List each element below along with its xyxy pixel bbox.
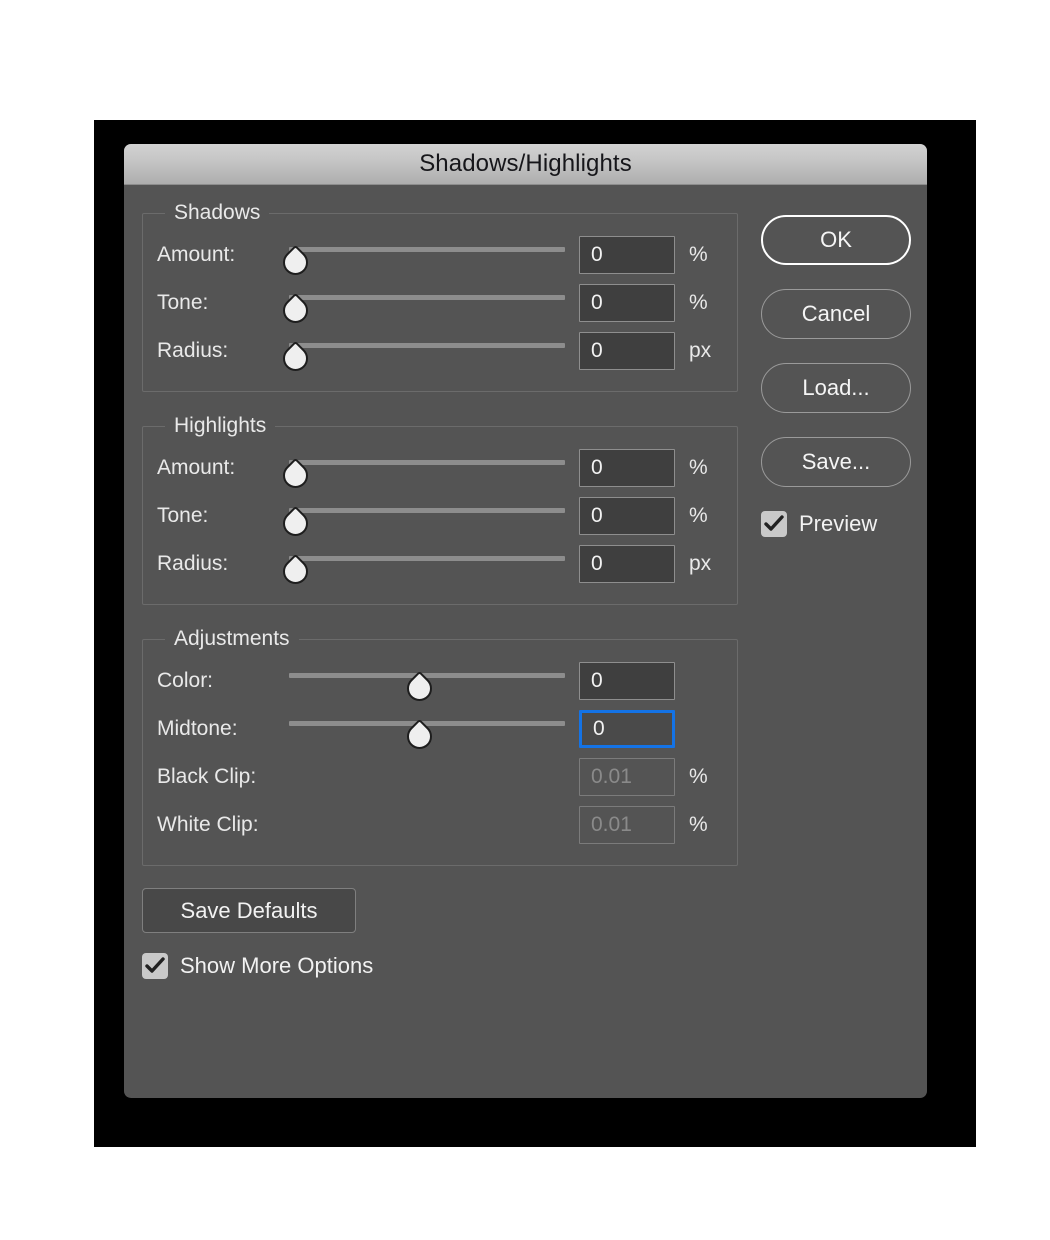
group-legend: Adjustments [174, 627, 290, 650]
preview-label: Preview [799, 511, 878, 536]
unit-label: px [689, 552, 712, 575]
slider[interactable] [277, 542, 565, 590]
ok-button[interactable]: OK [761, 215, 911, 265]
group-adjustments: Adjustments Color: 0 Midtone: 0 Black Clip: 0.… [142, 627, 738, 866]
cancel-button[interactable]: Cancel [761, 289, 911, 339]
control-row: Tone: 0% [157, 279, 723, 329]
show-more-options-label: Show More Options [180, 953, 374, 978]
value-input[interactable]: 0 [579, 332, 675, 370]
slider[interactable] [277, 329, 565, 377]
slider[interactable] [289, 707, 565, 755]
unit-label: % [689, 765, 708, 788]
unit-label: % [689, 243, 708, 266]
slider-track[interactable] [289, 295, 565, 300]
row-label: Black Clip: [157, 765, 257, 788]
value-input[interactable]: 0 [579, 497, 675, 535]
row-label: Amount: [157, 456, 236, 479]
value-input[interactable]: 0 [579, 449, 675, 487]
group-legend: Highlights [174, 414, 267, 437]
control-row: Tone: 0% [157, 492, 723, 542]
row-label: Amount: [157, 243, 236, 266]
control-row: Radius: 0 px [157, 327, 723, 377]
slider-track[interactable] [289, 343, 565, 348]
row-label: Midtone: [157, 717, 238, 740]
unit-label: % [689, 813, 708, 836]
group-content: Color: 0 Midtone: 0 Black Clip: 0.01% White Cl… [143, 651, 737, 865]
group-content: Amount: 0% Tone: 0% Radius: 0 px [143, 225, 737, 391]
unit-label: % [689, 456, 708, 479]
slider-track[interactable] [289, 247, 565, 252]
unit-label: px [689, 339, 712, 362]
save-button[interactable]: Save... [761, 437, 911, 487]
row-label: White Clip: [157, 813, 259, 836]
control-row: Midtone: 0 [157, 705, 723, 755]
group-legend: Shadows [174, 201, 261, 224]
value-input: 0.01 [579, 758, 675, 796]
control-row: Radius: 0 px [157, 540, 723, 590]
value-input: 0.01 [579, 806, 675, 844]
show-more-options-checkbox[interactable] [142, 953, 168, 979]
show-more-options-row[interactable]: Show More Options [142, 953, 737, 979]
pill-button-list: OK Cancel Load... Save... [761, 215, 913, 487]
group-content: Amount: 0% Tone: 0% Radius: 0 px [143, 438, 737, 604]
row-label: Tone: [157, 291, 209, 314]
buttons-column: OK Cancel Load... Save... Preview [761, 215, 913, 537]
control-row: Color: 0 [157, 657, 723, 707]
value-input[interactable]: 0 [579, 236, 675, 274]
controls-column: Shadows Amount: 0% Tone: 0% Radius: 0 px Highlig… [142, 201, 738, 979]
value-input[interactable]: 0 [579, 284, 675, 322]
slider-track[interactable] [289, 508, 565, 513]
slider-track[interactable] [289, 556, 565, 561]
checkmark-icon [764, 515, 784, 531]
control-row: Amount: 0% [157, 231, 723, 281]
checkmark-icon [145, 957, 165, 973]
control-row: Black Clip: 0.01% [157, 753, 723, 801]
slider[interactable] [289, 659, 565, 707]
slider-track[interactable] [289, 460, 565, 465]
dialog-titlebar: Shadows/Highlights [124, 144, 927, 185]
row-label: Radius: [157, 552, 229, 575]
value-input[interactable]: 0 [579, 662, 675, 700]
save-defaults-button[interactable]: Save Defaults [142, 888, 356, 933]
slider[interactable] [277, 494, 565, 542]
unit-label: % [689, 291, 708, 314]
value-input[interactable]: 0 [579, 545, 675, 583]
slider-track[interactable] [289, 673, 565, 678]
dialog-title: Shadows/Highlights [419, 150, 632, 177]
preview-checkbox[interactable] [761, 511, 787, 537]
control-row: White Clip: 0.01% [157, 801, 723, 849]
row-label: Color: [157, 669, 214, 692]
slider[interactable] [277, 446, 565, 494]
preview-checkbox-row[interactable]: Preview [761, 511, 913, 537]
shadows-highlights-dialog: Shadows/Highlights Shadows Amount: 0% Tone:… [124, 144, 927, 1098]
load-button[interactable]: Load... [761, 363, 911, 413]
value-input[interactable]: 0 [579, 710, 675, 748]
slider[interactable] [277, 233, 565, 281]
group-highlights: Highlights Amount: 0% Tone: 0% Radius: 0 px [142, 414, 738, 605]
unit-label: % [689, 504, 708, 527]
slider-track[interactable] [289, 721, 565, 726]
row-label: Radius: [157, 339, 229, 362]
row-label: Tone: [157, 504, 209, 527]
slider[interactable] [277, 281, 565, 329]
control-row: Amount: 0% [157, 444, 723, 494]
dialog-body: Shadows Amount: 0% Tone: 0% Radius: 0 px Highlig… [124, 185, 927, 1097]
group-shadows: Shadows Amount: 0% Tone: 0% Radius: 0 px [142, 201, 738, 392]
